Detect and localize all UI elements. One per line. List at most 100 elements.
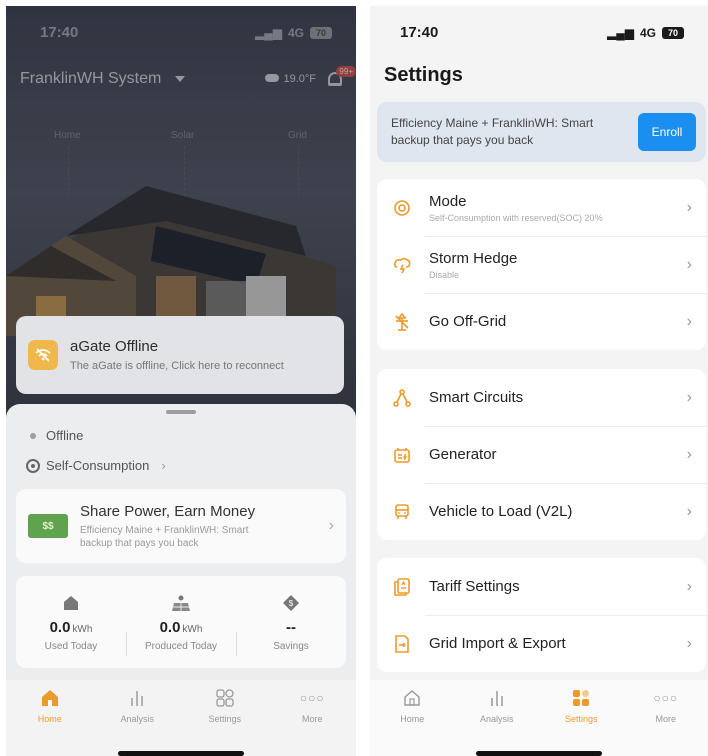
signal-icon: ▂▄▆ bbox=[607, 25, 634, 40]
mode-link[interactable]: Self-Consumption › bbox=[26, 458, 166, 473]
stat-used-today: 0.0 kWh Used Today bbox=[16, 576, 126, 668]
tab-label: More bbox=[301, 714, 323, 724]
chevron-right-icon: › bbox=[686, 634, 692, 652]
chevron-right-icon: › bbox=[686, 445, 692, 463]
page-title: Settings bbox=[384, 64, 463, 86]
battery-icon: 70 bbox=[662, 26, 684, 39]
tab-home[interactable]: Home bbox=[6, 680, 94, 756]
chevron-right-icon: › bbox=[686, 502, 692, 520]
network-label: 4G bbox=[639, 25, 656, 40]
tariff-icon bbox=[391, 576, 413, 598]
tab-analysis[interactable]: Analysis bbox=[94, 680, 182, 756]
chevron-right-icon: › bbox=[328, 517, 334, 534]
status-text: Offline bbox=[46, 428, 84, 443]
off-grid-icon bbox=[391, 311, 413, 333]
settings-row-v2l[interactable]: Vehicle to Load (V2L) › bbox=[377, 483, 706, 540]
row-label: Smart Circuits bbox=[429, 389, 524, 406]
status-dot-icon bbox=[30, 432, 36, 439]
storm-icon bbox=[391, 254, 413, 276]
settings-screen: 17:40 ▂▄▆ 4G 70 Settings Efficiency Main… bbox=[370, 6, 708, 756]
row-label: Grid Import & Export bbox=[429, 635, 566, 652]
settings-row-mode[interactable]: Mode Self-Consumption with reserved(SOC) … bbox=[377, 179, 706, 236]
chevron-right-icon: › bbox=[686, 577, 692, 595]
stat-value: -- bbox=[286, 618, 296, 636]
tab-bar: Home Analysis Settings ○○○ More bbox=[370, 680, 708, 756]
row-label: Mode bbox=[429, 192, 467, 210]
stat-produced-today: 0.0 kWh Produced Today bbox=[126, 576, 236, 668]
tab-label: Settings bbox=[564, 714, 598, 724]
bar-chart-icon bbox=[127, 688, 147, 708]
tab-label: Home bbox=[37, 714, 62, 724]
home-icon bbox=[402, 688, 422, 708]
savings-icon: $ bbox=[281, 593, 301, 613]
status-time: 17:40 bbox=[400, 24, 439, 41]
tab-label: More bbox=[655, 714, 676, 724]
stats-card: 0.0 kWh Used Today 0.0 kWh Produced Today … bbox=[16, 576, 346, 668]
settings-row-go-off-grid[interactable]: Go Off-Grid › bbox=[377, 293, 706, 350]
tab-label: Analysis bbox=[120, 714, 154, 724]
row-label: Go Off-Grid bbox=[429, 313, 507, 330]
grid-icon bbox=[215, 688, 235, 708]
offline-banner[interactable]: aGate Offline The aGate is offline, Clic… bbox=[16, 316, 344, 394]
home-screen: 17:40 ▂▄▆ 4G 70 FranklinWH System 19.0°F… bbox=[6, 6, 356, 756]
share-subtitle: Efficiency Maine + FranklinWH: Smart bac… bbox=[80, 524, 249, 549]
share-title: Share Power, Earn Money bbox=[80, 502, 256, 520]
chevron-right-icon: › bbox=[686, 312, 692, 330]
enroll-text: Efficiency Maine + FranklinWH: Smart bac… bbox=[391, 116, 594, 147]
sheet-handle[interactable] bbox=[166, 410, 196, 414]
mode-icon bbox=[26, 458, 40, 473]
bottom-sheet: Offline Self-Consumption › $$ Share Powe… bbox=[6, 404, 356, 686]
settings-row-grid-import-export[interactable]: Grid Import & Export › bbox=[377, 615, 706, 672]
circuits-icon bbox=[391, 387, 413, 409]
solar-panel-icon bbox=[171, 593, 191, 613]
home-indicator bbox=[476, 751, 602, 756]
row-label: Generator bbox=[429, 446, 497, 463]
share-power-card[interactable]: $$ Share Power, Earn Money Efficiency Ma… bbox=[16, 489, 346, 563]
home-indicator bbox=[118, 751, 244, 756]
tab-analysis[interactable]: Analysis bbox=[455, 680, 540, 756]
row-label: Storm Hedge bbox=[429, 249, 518, 267]
stat-label: Produced Today bbox=[144, 640, 218, 652]
connection-status: Offline bbox=[30, 428, 83, 443]
offline-title: aGate Offline bbox=[70, 338, 159, 355]
stat-label: Used Today bbox=[44, 640, 98, 652]
stat-value: 0.0 bbox=[49, 618, 71, 636]
tab-more[interactable]: ○○○ More bbox=[624, 680, 708, 756]
row-label: Vehicle to Load (V2L) bbox=[429, 503, 573, 520]
chevron-right-icon: › bbox=[686, 388, 692, 406]
mode-icon bbox=[391, 197, 413, 219]
tab-bar: Home Analysis Settings ○○○ More bbox=[6, 680, 356, 756]
home-icon bbox=[40, 688, 60, 708]
offline-subtitle: The aGate is offline, Click here to reco… bbox=[70, 360, 284, 372]
tab-settings[interactable]: Settings bbox=[181, 680, 269, 756]
tab-home[interactable]: Home bbox=[370, 680, 455, 756]
tab-label: Analysis bbox=[479, 714, 514, 724]
svg-text:$: $ bbox=[289, 599, 294, 608]
row-label: Tariff Settings bbox=[429, 578, 520, 595]
enroll-button[interactable]: Enroll bbox=[638, 113, 696, 151]
row-sub: Disable bbox=[429, 269, 460, 280]
settings-row-smart-circuits[interactable]: Smart Circuits › bbox=[377, 369, 706, 426]
vehicle-icon bbox=[391, 501, 413, 523]
chevron-right-icon: › bbox=[686, 198, 692, 216]
stat-unit: kWh bbox=[72, 623, 93, 635]
tab-settings[interactable]: Settings bbox=[539, 680, 624, 756]
settings-group: Smart Circuits › Generator › Vehicle to … bbox=[377, 369, 706, 540]
house-icon bbox=[61, 593, 81, 613]
settings-row-storm-hedge[interactable]: Storm Hedge Disable › bbox=[377, 236, 706, 293]
settings-group: Mode Self-Consumption with reserved(SOC) … bbox=[377, 179, 706, 350]
stat-unit: kWh bbox=[182, 623, 203, 635]
settings-row-generator[interactable]: Generator › bbox=[377, 426, 706, 483]
wifi-off-icon bbox=[28, 340, 58, 370]
bar-chart-icon bbox=[487, 688, 507, 708]
stat-value: 0.0 bbox=[159, 618, 181, 636]
settings-icon bbox=[571, 688, 591, 708]
mode-text: Self-Consumption bbox=[46, 458, 150, 473]
more-icon: ○○○ bbox=[653, 691, 679, 705]
tab-more[interactable]: ○○○ More bbox=[269, 680, 357, 756]
settings-row-tariff[interactable]: Tariff Settings › bbox=[377, 558, 706, 615]
chevron-right-icon: › bbox=[686, 255, 692, 273]
generator-icon bbox=[391, 444, 413, 466]
tab-label: Settings bbox=[208, 714, 242, 724]
tab-label: Home bbox=[400, 714, 425, 724]
